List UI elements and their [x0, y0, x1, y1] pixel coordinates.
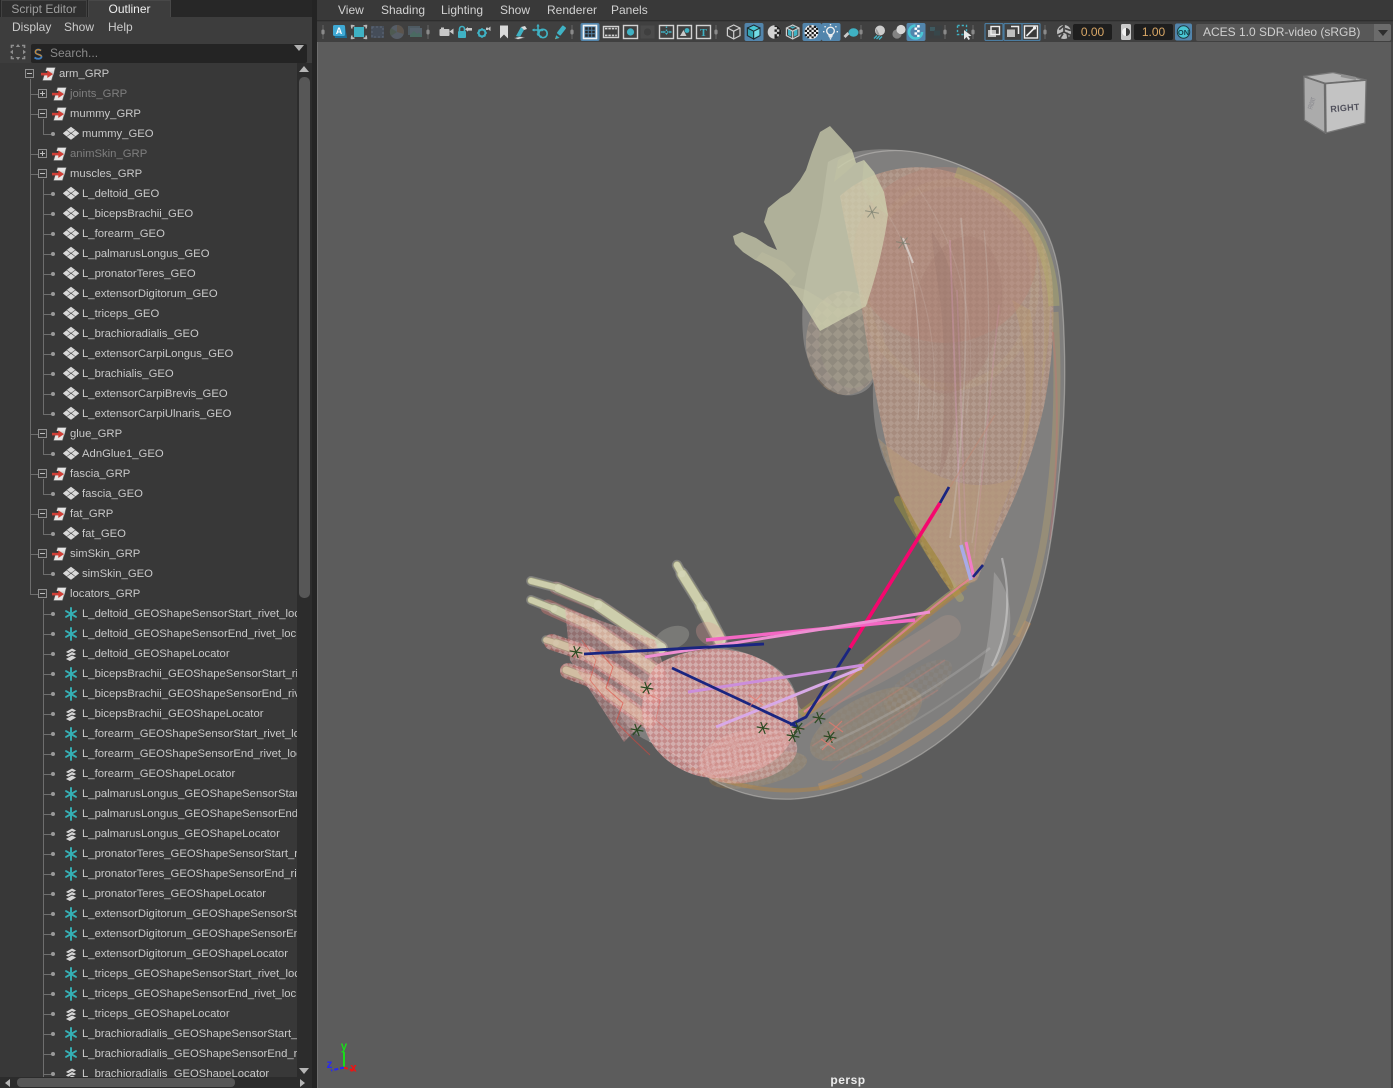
- svg-text:T: T: [700, 28, 707, 39]
- svg-text:x: x: [350, 1063, 357, 1075]
- svg-text:z: z: [327, 1059, 333, 1071]
- svg-text:ON: ON: [1178, 28, 1189, 37]
- svg-text:A: A: [336, 26, 343, 36]
- svg-text:y: y: [341, 1041, 348, 1053]
